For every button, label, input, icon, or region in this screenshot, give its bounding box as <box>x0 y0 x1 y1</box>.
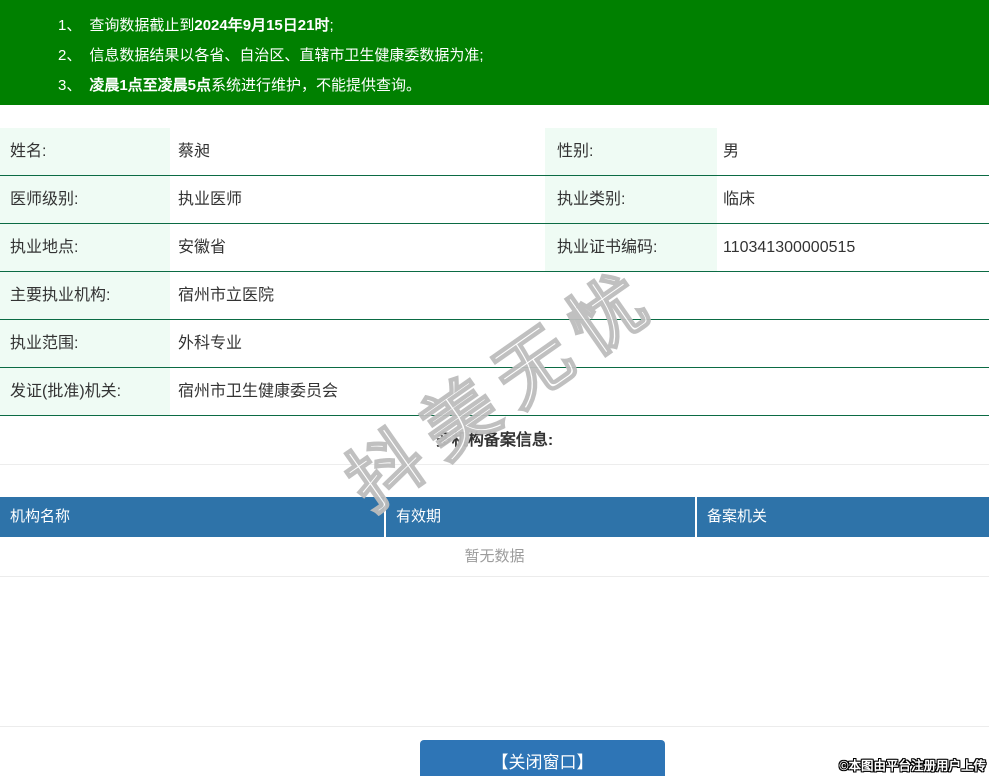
notice-line-number: 1、 <box>58 17 82 34</box>
practice-scope-value: 外科专业 <box>178 335 243 352</box>
column-header-validity-period: 有效期 <box>386 497 697 537</box>
multi-institution-section-title: 多机构备案信息: <box>0 416 989 465</box>
table-row-level-category: 医师级别: 执业医师 执业类别: 临床 <box>0 176 989 224</box>
doctor-info-table: 姓名: 蔡昶 性别: 男 医师级别: 执业医师 执业类别: 临床 执业地点: 安… <box>0 128 989 416</box>
issuing-authority-label: 发证(批准)机关: <box>0 368 170 415</box>
practice-location-value: 安徽省 <box>178 239 227 256</box>
main-institution-value: 宿州市立医院 <box>178 287 275 304</box>
practice-category-value: 临床 <box>723 191 756 208</box>
issuing-authority-value: 宿州市卫生健康委员会 <box>178 383 339 400</box>
doctor-registry-result-page: 1、 查询数据截止到2024年9月15日21时; 2、 信息数据结果以各省、自治区、… <box>0 0 989 776</box>
notice-text: ; <box>329 17 334 34</box>
practice-category-label: 执业类别: <box>545 176 717 223</box>
certificate-number-label: 执业证书编码: <box>545 224 717 271</box>
notice-text: 系统进行维护，不能提供查询。 <box>211 77 422 94</box>
gender-label: 性别: <box>545 128 717 175</box>
notice-text: 信息数据结果以各省、自治区、直辖市卫生健康委数据为准; <box>89 47 484 64</box>
gender-value: 男 <box>723 143 740 160</box>
main-institution-label: 主要执业机构: <box>0 272 170 319</box>
notice-text-bold: 凌晨1点至凌晨5点 <box>89 77 212 94</box>
doctor-level-value: 执业医师 <box>178 191 243 208</box>
table-row-name-gender: 姓名: 蔡昶 性别: 男 <box>0 128 989 176</box>
table-row-location-certificate: 执业地点: 安徽省 执业证书编码: 110341300000515 <box>0 224 989 272</box>
practice-scope-label: 执业范围: <box>0 320 170 367</box>
table-row-issuing-authority: 发证(批准)机关: 宿州市卫生健康委员会 <box>0 368 989 416</box>
close-window-button[interactable]: 【关闭窗口】 <box>420 740 665 776</box>
notice-text: 查询数据截止到 <box>89 17 195 34</box>
table-row-practice-scope: 执业范围: 外科专业 <box>0 320 989 368</box>
column-header-filing-authority: 备案机关 <box>707 508 768 525</box>
notice-line-3: 3、 凌晨1点至凌晨5点系统进行维护，不能提供查询。 <box>58 71 989 101</box>
name-label: 姓名: <box>0 128 170 175</box>
column-header-institution-name: 机构名称 <box>0 497 386 537</box>
notice-line-number: 3、 <box>58 77 82 94</box>
notice-line-2: 2、 信息数据结果以各省、自治区、直辖市卫生健康委数据为准; <box>58 41 989 71</box>
table-row-main-institution: 主要执业机构: 宿州市立医院 <box>0 272 989 320</box>
doctor-level-label: 医师级别: <box>0 176 170 223</box>
empty-data-placeholder: 暂无数据 <box>0 537 989 577</box>
practice-location-label: 执业地点: <box>0 224 170 271</box>
notice-line-number: 2、 <box>58 47 82 64</box>
notice-text-bold: 2024年9月15日21时 <box>194 17 330 34</box>
notice-line-1: 1、 查询数据截止到2024年9月15日21时; <box>58 11 989 41</box>
name-value: 蔡昶 <box>178 143 211 160</box>
footer-bar: 【关闭窗口】 <box>0 726 989 776</box>
filing-table-header: 机构名称 有效期 备案机关 <box>0 497 989 537</box>
notice-banner: 1、 查询数据截止到2024年9月15日21时; 2、 信息数据结果以各省、自治区、… <box>0 0 989 105</box>
certificate-number-value: 110341300000515 <box>723 239 856 256</box>
